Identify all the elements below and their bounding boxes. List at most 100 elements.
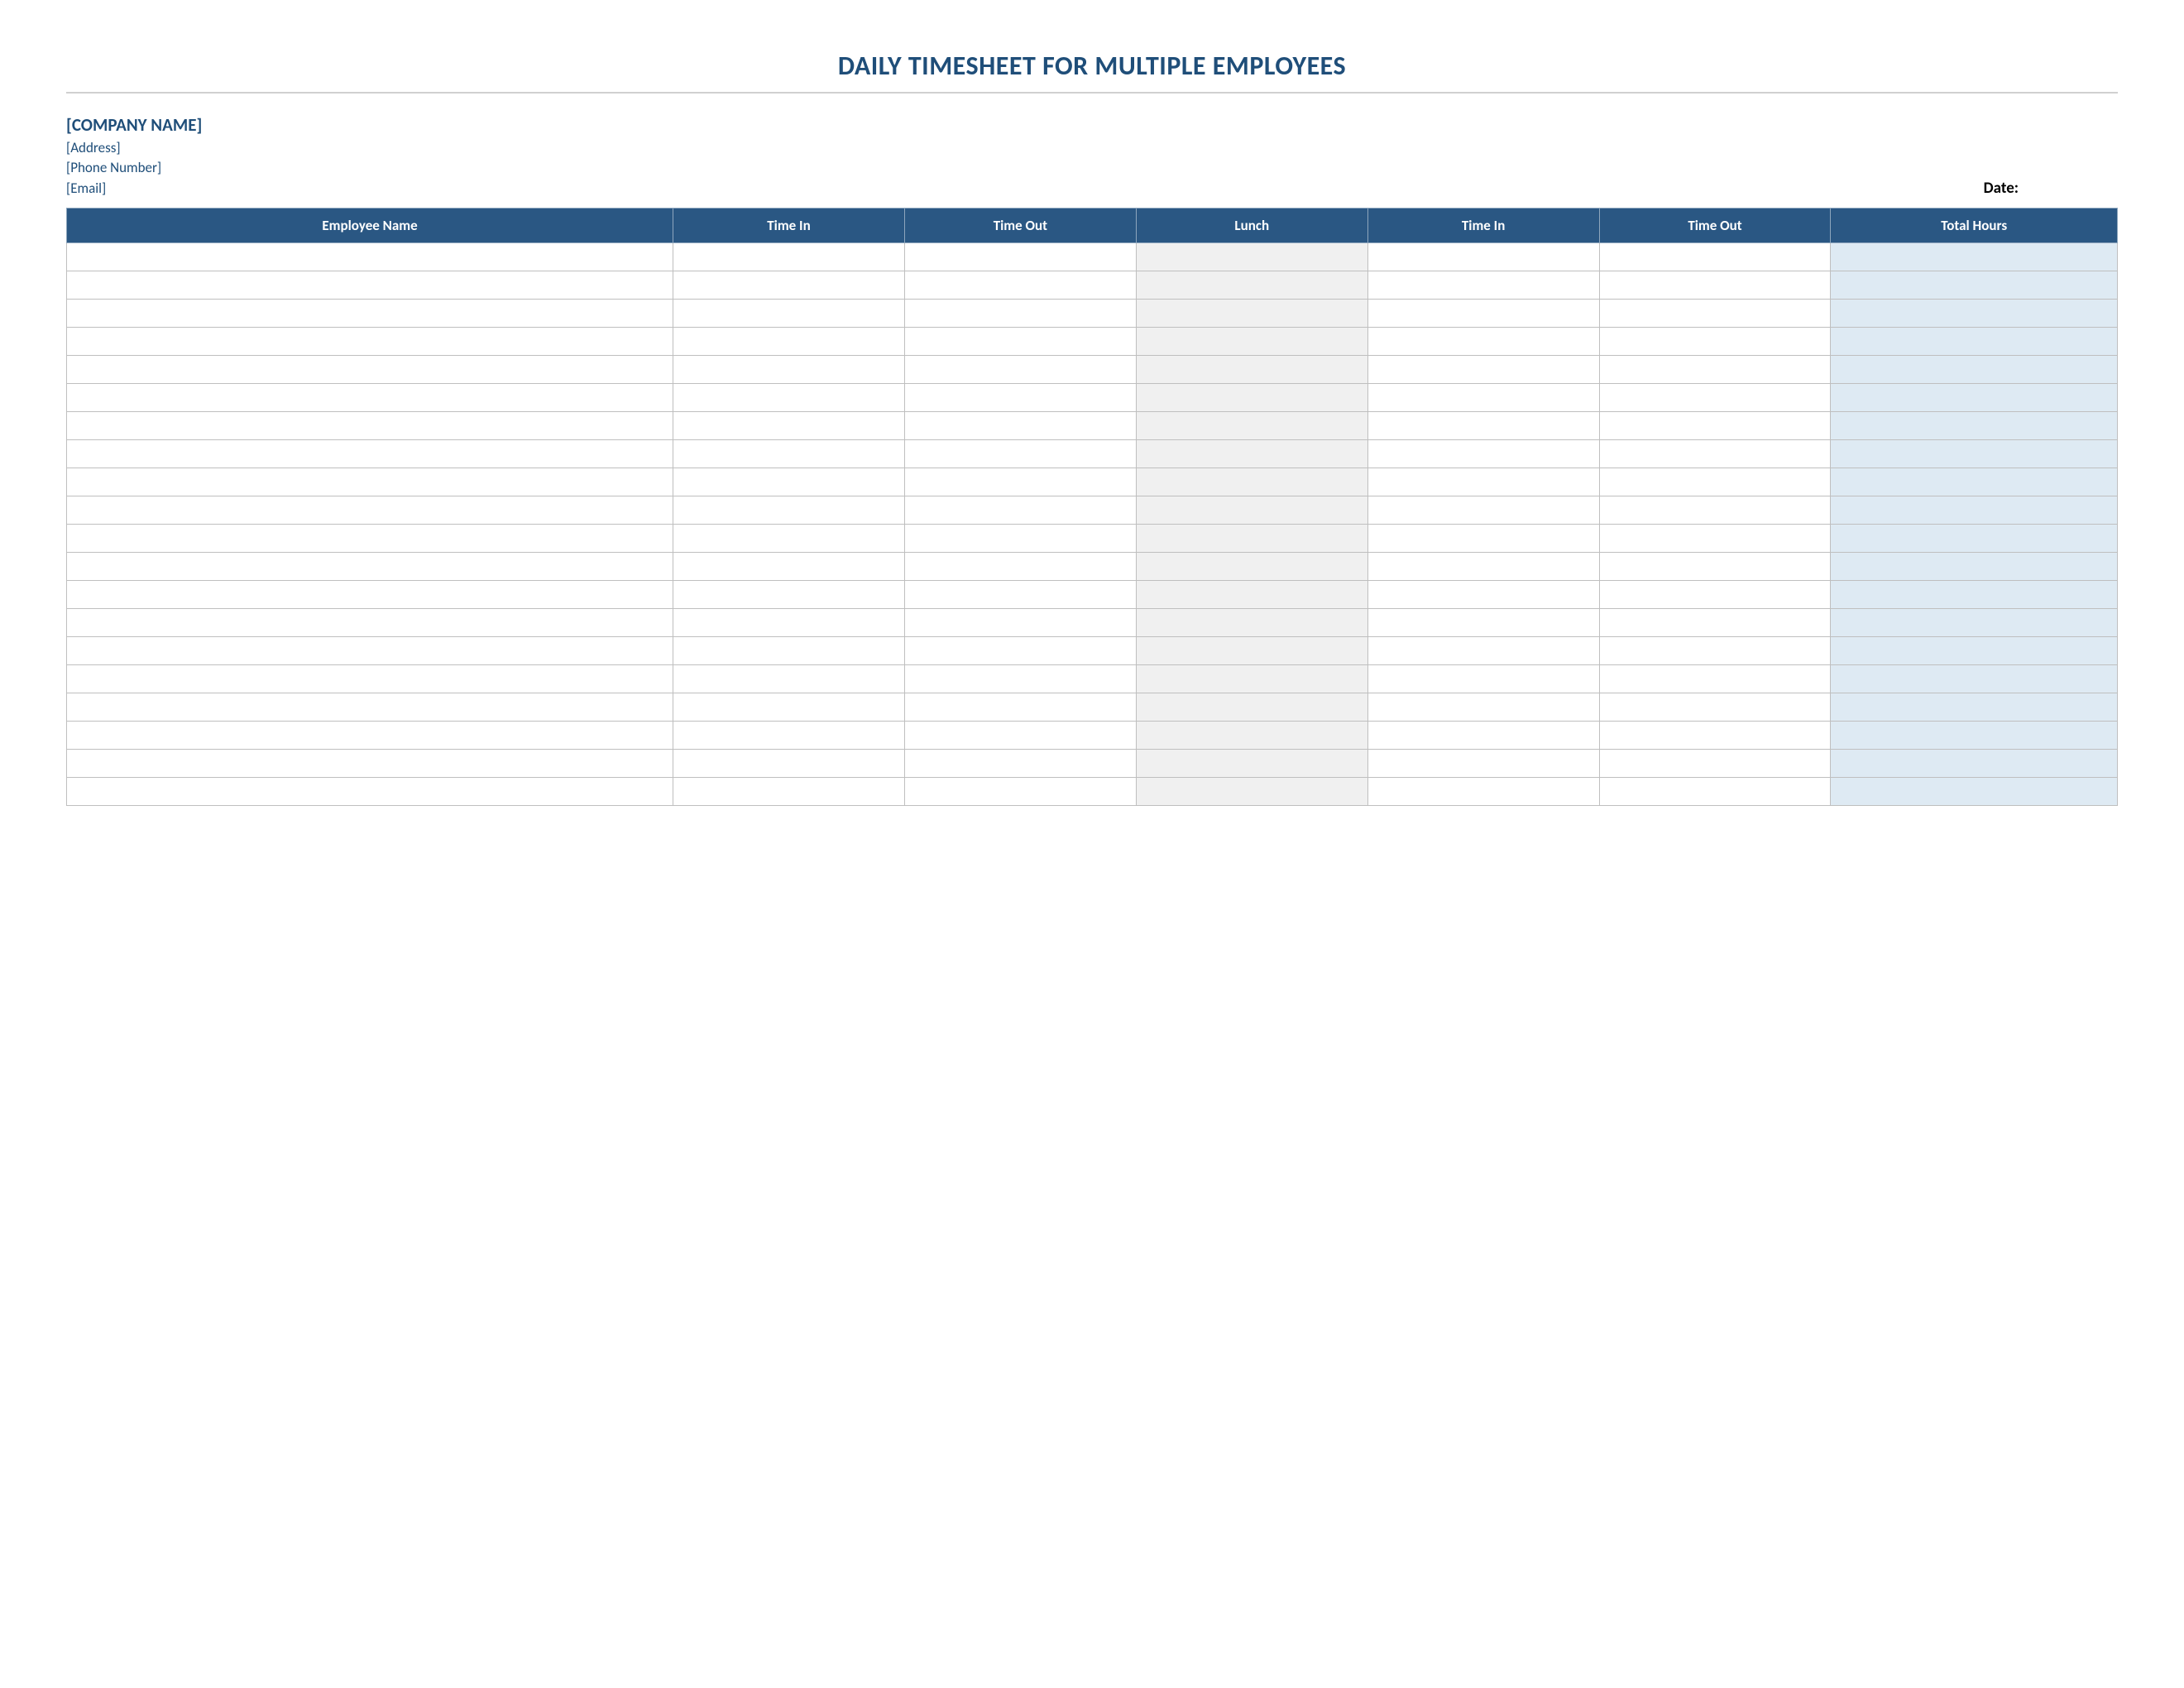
cell-lunch[interactable] (1136, 243, 1367, 271)
cell-total-hours[interactable] (1831, 693, 2118, 722)
cell-time-out-2[interactable] (1599, 468, 1831, 496)
cell-time-in-1[interactable] (673, 693, 905, 722)
cell-time-out-2[interactable] (1599, 525, 1831, 553)
cell-time-in-2[interactable] (1367, 665, 1599, 693)
cell-lunch[interactable] (1136, 384, 1367, 412)
cell-time-out-2[interactable] (1599, 637, 1831, 665)
cell-time-out-1[interactable] (904, 412, 1136, 440)
cell-employee-name[interactable] (67, 778, 673, 806)
cell-time-in-1[interactable] (673, 665, 905, 693)
cell-employee-name[interactable] (67, 637, 673, 665)
cell-lunch[interactable] (1136, 609, 1367, 637)
cell-time-in-2[interactable] (1367, 300, 1599, 328)
cell-time-out-1[interactable] (904, 468, 1136, 496)
cell-employee-name[interactable] (67, 356, 673, 384)
cell-total-hours[interactable] (1831, 750, 2118, 778)
cell-time-out-1[interactable] (904, 553, 1136, 581)
cell-time-in-2[interactable] (1367, 722, 1599, 750)
cell-time-out-1[interactable] (904, 271, 1136, 300)
cell-employee-name[interactable] (67, 553, 673, 581)
cell-total-hours[interactable] (1831, 328, 2118, 356)
cell-time-in-1[interactable] (673, 356, 905, 384)
cell-time-out-1[interactable] (904, 328, 1136, 356)
cell-time-out-2[interactable] (1599, 609, 1831, 637)
cell-time-in-2[interactable] (1367, 553, 1599, 581)
cell-lunch[interactable] (1136, 778, 1367, 806)
cell-employee-name[interactable] (67, 300, 673, 328)
cell-time-in-2[interactable] (1367, 693, 1599, 722)
cell-time-out-1[interactable] (904, 356, 1136, 384)
cell-time-in-2[interactable] (1367, 356, 1599, 384)
cell-time-out-1[interactable] (904, 440, 1136, 468)
cell-time-in-1[interactable] (673, 440, 905, 468)
cell-time-in-1[interactable] (673, 581, 905, 609)
cell-time-in-2[interactable] (1367, 384, 1599, 412)
cell-employee-name[interactable] (67, 440, 673, 468)
cell-time-in-1[interactable] (673, 412, 905, 440)
cell-time-out-1[interactable] (904, 750, 1136, 778)
cell-employee-name[interactable] (67, 581, 673, 609)
cell-time-out-2[interactable] (1599, 778, 1831, 806)
cell-time-out-2[interactable] (1599, 243, 1831, 271)
cell-total-hours[interactable] (1831, 665, 2118, 693)
cell-lunch[interactable] (1136, 271, 1367, 300)
cell-time-in-2[interactable] (1367, 609, 1599, 637)
cell-total-hours[interactable] (1831, 496, 2118, 525)
cell-employee-name[interactable] (67, 525, 673, 553)
cell-time-out-2[interactable] (1599, 440, 1831, 468)
cell-employee-name[interactable] (67, 722, 673, 750)
cell-time-out-1[interactable] (904, 722, 1136, 750)
cell-time-in-1[interactable] (673, 328, 905, 356)
cell-total-hours[interactable] (1831, 609, 2118, 637)
cell-employee-name[interactable] (67, 750, 673, 778)
cell-time-in-1[interactable] (673, 750, 905, 778)
cell-employee-name[interactable] (67, 496, 673, 525)
cell-employee-name[interactable] (67, 328, 673, 356)
cell-lunch[interactable] (1136, 553, 1367, 581)
cell-time-out-2[interactable] (1599, 750, 1831, 778)
cell-total-hours[interactable] (1831, 778, 2118, 806)
cell-time-in-2[interactable] (1367, 328, 1599, 356)
cell-lunch[interactable] (1136, 750, 1367, 778)
cell-time-out-1[interactable] (904, 581, 1136, 609)
cell-time-out-2[interactable] (1599, 384, 1831, 412)
cell-time-out-2[interactable] (1599, 271, 1831, 300)
cell-total-hours[interactable] (1831, 553, 2118, 581)
cell-time-in-1[interactable] (673, 271, 905, 300)
cell-time-in-1[interactable] (673, 778, 905, 806)
cell-lunch[interactable] (1136, 581, 1367, 609)
cell-total-hours[interactable] (1831, 384, 2118, 412)
cell-employee-name[interactable] (67, 243, 673, 271)
cell-time-out-2[interactable] (1599, 581, 1831, 609)
cell-time-in-2[interactable] (1367, 271, 1599, 300)
cell-time-in-2[interactable] (1367, 412, 1599, 440)
cell-time-out-2[interactable] (1599, 665, 1831, 693)
cell-time-in-2[interactable] (1367, 778, 1599, 806)
cell-total-hours[interactable] (1831, 637, 2118, 665)
cell-time-out-1[interactable] (904, 496, 1136, 525)
cell-lunch[interactable] (1136, 693, 1367, 722)
cell-time-in-1[interactable] (673, 496, 905, 525)
cell-time-out-2[interactable] (1599, 496, 1831, 525)
cell-lunch[interactable] (1136, 637, 1367, 665)
cell-total-hours[interactable] (1831, 271, 2118, 300)
cell-employee-name[interactable] (67, 693, 673, 722)
cell-time-out-1[interactable] (904, 243, 1136, 271)
cell-total-hours[interactable] (1831, 300, 2118, 328)
cell-time-in-1[interactable] (673, 637, 905, 665)
cell-time-out-2[interactable] (1599, 328, 1831, 356)
cell-total-hours[interactable] (1831, 440, 2118, 468)
cell-time-out-1[interactable] (904, 525, 1136, 553)
cell-time-out-1[interactable] (904, 693, 1136, 722)
cell-employee-name[interactable] (67, 609, 673, 637)
cell-time-in-2[interactable] (1367, 243, 1599, 271)
cell-total-hours[interactable] (1831, 581, 2118, 609)
cell-time-out-1[interactable] (904, 778, 1136, 806)
cell-time-out-2[interactable] (1599, 356, 1831, 384)
cell-lunch[interactable] (1136, 525, 1367, 553)
cell-time-out-2[interactable] (1599, 300, 1831, 328)
cell-lunch[interactable] (1136, 722, 1367, 750)
cell-time-out-1[interactable] (904, 637, 1136, 665)
cell-lunch[interactable] (1136, 412, 1367, 440)
cell-time-out-2[interactable] (1599, 412, 1831, 440)
